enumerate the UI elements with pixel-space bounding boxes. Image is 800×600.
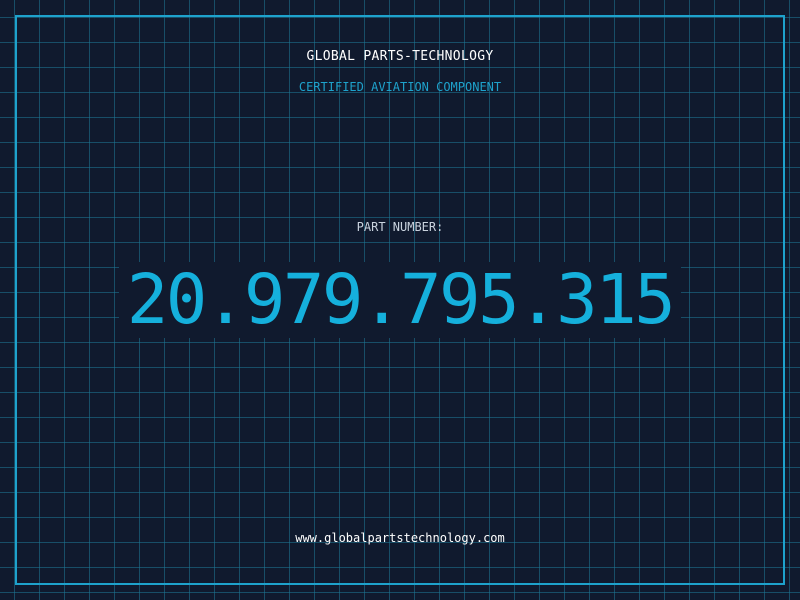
part-number-display: 20.979.795.315	[0, 262, 800, 338]
part-number-value: 20.979.795.315	[118, 262, 682, 338]
subtitle: CERTIFIED AVIATION COMPONENT	[298, 80, 502, 94]
website-url: www.globalpartstechnology.com	[295, 531, 505, 545]
part-number-label: PART NUMBER:	[356, 220, 444, 234]
company-name: GLOBAL PARTS-TECHNOLOGY	[306, 49, 494, 64]
